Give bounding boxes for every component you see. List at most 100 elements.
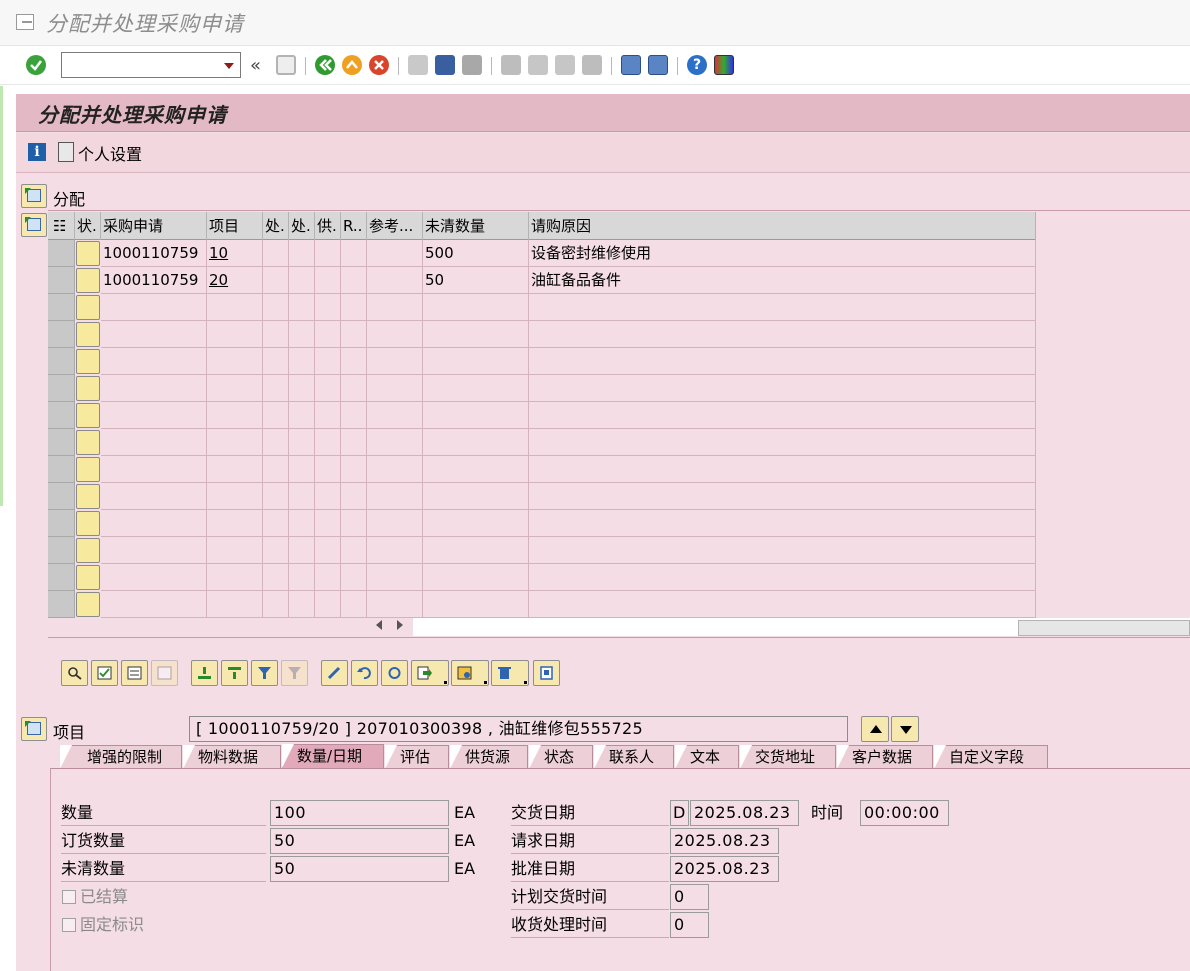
item-toggle-button[interactable] [21,717,47,741]
delivery-date-field[interactable]: 2025.08.23 [690,800,799,826]
row-selector[interactable] [48,348,75,375]
layout-button[interactable] [451,660,489,686]
cell-item[interactable] [207,321,263,348]
status-button[interactable] [76,538,100,563]
info-icon[interactable]: i [28,143,46,161]
row-selector[interactable] [48,267,75,294]
col-vendor[interactable]: 供. [315,212,341,240]
deselect-all-button[interactable] [151,660,178,686]
table-row[interactable] [48,375,1036,402]
delete-filter-button[interactable] [281,660,308,686]
table-row[interactable] [48,510,1036,537]
tab-source-of-supply[interactable]: 供货源 [450,745,528,769]
previous-page-icon[interactable] [528,55,548,75]
cell-item[interactable] [207,483,263,510]
tab-status[interactable]: 状态 [529,745,593,769]
status-button[interactable] [76,322,100,347]
help-icon[interactable]: ? [687,55,707,75]
row-selector[interactable] [48,294,75,321]
row-selector[interactable] [48,564,75,591]
scroll-left-icon[interactable] [376,620,382,630]
row-selector[interactable] [48,591,75,618]
row-selector[interactable] [48,402,75,429]
col-reason[interactable]: 请购原因 [529,212,1036,240]
status-button[interactable] [76,241,100,266]
grid-horizontal-scrollbar[interactable] [48,616,1190,638]
new-session-icon[interactable] [621,55,641,75]
cell-item[interactable] [207,429,263,456]
planned-delivery-time-field[interactable]: 0 [670,884,709,910]
tab-delivery-address[interactable]: 交货地址 [740,745,836,769]
status-button[interactable] [76,592,100,617]
ordered-quantity-field[interactable]: 50 [270,828,449,854]
col-proc2[interactable]: 处. [289,212,315,240]
row-selector[interactable] [48,510,75,537]
cell-item[interactable] [207,591,263,618]
cell-item[interactable] [207,375,263,402]
fixed-indicator-checkbox[interactable] [62,918,76,932]
select-block-button[interactable] [121,660,148,686]
find-icon[interactable] [435,55,455,75]
quantity-field[interactable]: 100 [270,800,449,826]
approval-date-field[interactable]: 2025.08.23 [670,856,779,882]
tab-texts[interactable]: 文本 [675,745,739,769]
table-row[interactable] [48,591,1036,618]
table-row[interactable] [48,294,1036,321]
row-selector[interactable] [48,375,75,402]
scroll-right-icon[interactable] [397,620,403,630]
cell-item[interactable] [207,456,263,483]
refresh-button[interactable] [381,660,408,686]
tab-enhanced-limits[interactable]: 增强的限制 [60,745,182,769]
shortcut-icon[interactable] [648,55,668,75]
row-selector[interactable] [48,483,75,510]
previous-item-button[interactable] [861,716,889,742]
tab-quantity-date[interactable]: 数量/日期 [282,744,384,770]
first-page-icon[interactable] [501,55,521,75]
time-field[interactable]: 00:00:00 [860,800,949,826]
table-row[interactable] [48,564,1036,591]
command-field[interactable] [61,52,241,78]
undo-button[interactable] [351,660,378,686]
status-button[interactable] [76,430,100,455]
status-button[interactable] [76,376,100,401]
cell-item[interactable] [207,294,263,321]
exit-up-icon[interactable] [342,55,362,75]
col-reference[interactable]: 参考... [367,212,423,240]
cancel-icon[interactable] [369,55,389,75]
tab-material-data[interactable]: 物料数据 [183,745,281,769]
assign-toggle-button[interactable] [21,184,47,208]
save-icon[interactable] [276,55,296,75]
edit-button[interactable] [321,660,348,686]
row-selector[interactable] [48,456,75,483]
row-selector[interactable] [48,537,75,564]
settled-checkbox[interactable] [62,890,76,904]
personal-settings-icon[interactable] [58,142,74,162]
table-row[interactable] [48,321,1036,348]
delivery-date-format-field[interactable]: D [670,800,689,826]
row-selector[interactable] [48,429,75,456]
print-preview-button[interactable] [533,660,560,686]
scroll-thumb[interactable] [1018,620,1190,636]
tab-customer-data[interactable]: 客户数据 [837,745,933,769]
status-button[interactable] [76,565,100,590]
table-row[interactable]: 1000110759 10 500 设备密封维修使用 [48,240,1036,267]
back-icon[interactable] [315,55,335,75]
tab-custom-fields[interactable]: 自定义字段 [934,745,1048,769]
cell-item[interactable] [207,510,263,537]
chevron-down-icon[interactable] [224,63,234,69]
row-selector[interactable] [48,321,75,348]
request-date-field[interactable]: 2025.08.23 [670,828,779,854]
table-row[interactable] [48,483,1036,510]
col-r[interactable]: R.. [341,212,367,240]
next-item-button[interactable] [891,716,919,742]
last-page-icon[interactable] [582,55,602,75]
table-row[interactable] [48,456,1036,483]
cell-item[interactable] [207,537,263,564]
cell-item[interactable] [207,402,263,429]
status-button[interactable] [76,349,100,374]
tab-valuation[interactable]: 评估 [385,745,449,769]
table-row[interactable] [48,429,1036,456]
cell-item[interactable] [207,348,263,375]
grid-settings-icon[interactable]: ☷ [48,212,75,240]
sort-ascending-button[interactable] [191,660,218,686]
